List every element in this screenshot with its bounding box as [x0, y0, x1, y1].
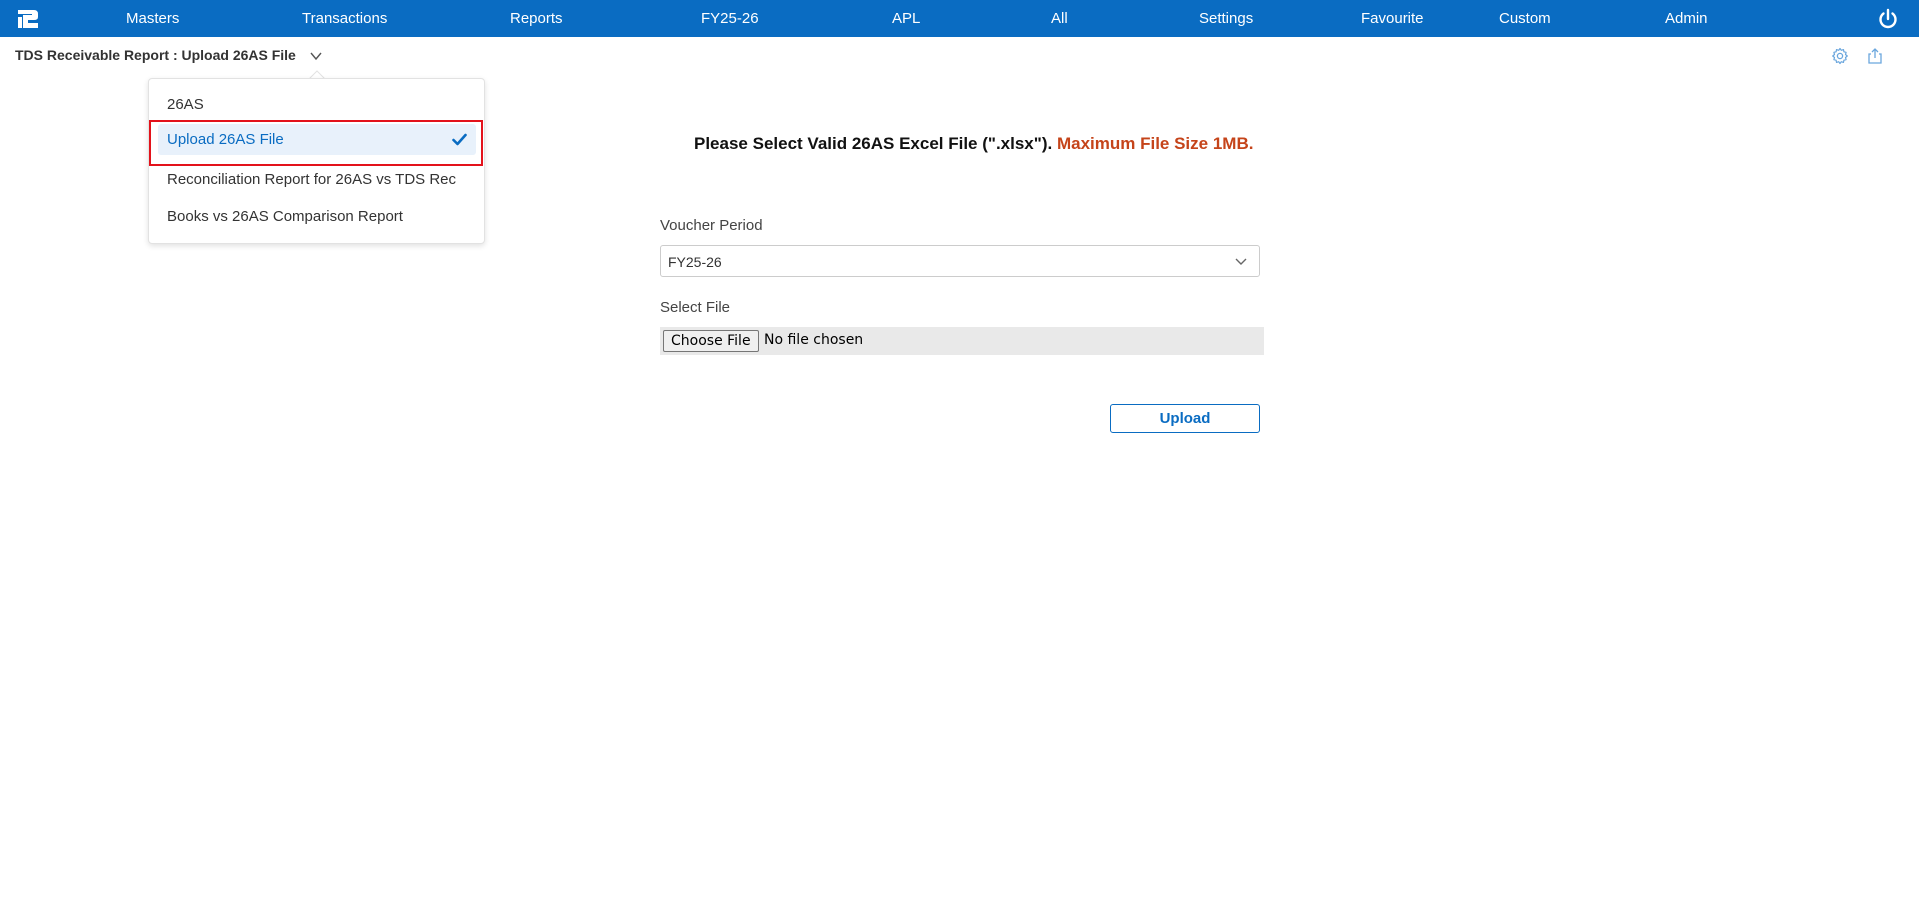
nav-transactions[interactable]: Transactions: [302, 0, 387, 37]
gear-icon[interactable]: [1831, 47, 1849, 65]
page-title[interactable]: TDS Receivable Report : Upload 26AS File: [15, 47, 296, 63]
menu-item-upload-26as-file[interactable]: Upload 26AS File: [158, 124, 476, 155]
chevron-down-icon[interactable]: [309, 49, 323, 63]
chevron-down-icon: [1235, 258, 1247, 265]
select-file-label: Select File: [660, 299, 731, 316]
nav-favourite[interactable]: Favourite: [1361, 0, 1424, 37]
menu-item-26as[interactable]: 26AS: [167, 96, 204, 113]
app-logo-icon[interactable]: [16, 8, 40, 30]
voucher-period-value: FY25-26: [668, 254, 722, 270]
instruction-file-size-note: Maximum File Size 1MB.: [1056, 134, 1254, 153]
upload-instruction: Please Select Valid 26AS Excel File (".x…: [694, 134, 1253, 154]
nav-custom[interactable]: Custom: [1499, 0, 1551, 37]
instruction-main: Please Select Valid 26AS Excel File (".x…: [694, 134, 1053, 153]
menu-item-books-vs-26as[interactable]: Books vs 26AS Comparison Report: [167, 208, 403, 225]
choose-file-button[interactable]: Choose File: [663, 330, 759, 352]
nav-all[interactable]: All: [1051, 0, 1068, 37]
nav-reports[interactable]: Reports: [510, 0, 563, 37]
report-dropdown-menu: 26AS Upload 26AS File Reconciliation Rep…: [148, 78, 485, 244]
nav-fy[interactable]: FY25-26: [701, 0, 759, 37]
nav-settings[interactable]: Settings: [1199, 0, 1253, 37]
menu-item-reconciliation-report[interactable]: Reconciliation Report for 26AS vs TDS Re…: [167, 171, 456, 188]
voucher-period-select[interactable]: FY25-26: [660, 245, 1260, 277]
file-status-text: No file chosen: [764, 332, 864, 348]
power-icon[interactable]: [1877, 8, 1899, 30]
upload-button[interactable]: Upload: [1110, 404, 1260, 433]
voucher-period-label: Voucher Period: [660, 217, 763, 234]
nav-admin[interactable]: Admin: [1665, 0, 1708, 37]
file-input: Choose File No file chosen: [660, 327, 1264, 355]
nav-apl[interactable]: APL: [892, 0, 920, 37]
checkmark-icon: [452, 133, 467, 146]
share-icon[interactable]: [1866, 47, 1884, 65]
menu-item-label: Upload 26AS File: [167, 131, 284, 148]
top-navbar: Masters Transactions Reports FY25-26 APL…: [0, 0, 1919, 37]
nav-masters[interactable]: Masters: [126, 0, 179, 37]
